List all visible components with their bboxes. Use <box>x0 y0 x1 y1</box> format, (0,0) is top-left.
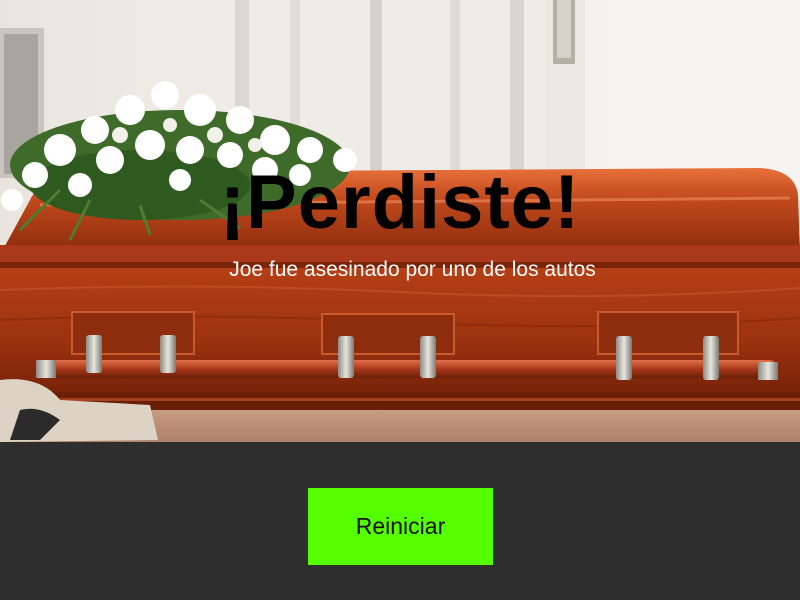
death-message: Joe fue asesinado por uno de los autos <box>229 258 596 281</box>
game-over-title: ¡Perdiste! <box>219 160 581 245</box>
restart-button[interactable]: Reiniciar <box>308 488 493 565</box>
game-over-screen: ¡Perdiste! Joe fue asesinado por uno de … <box>0 0 800 600</box>
